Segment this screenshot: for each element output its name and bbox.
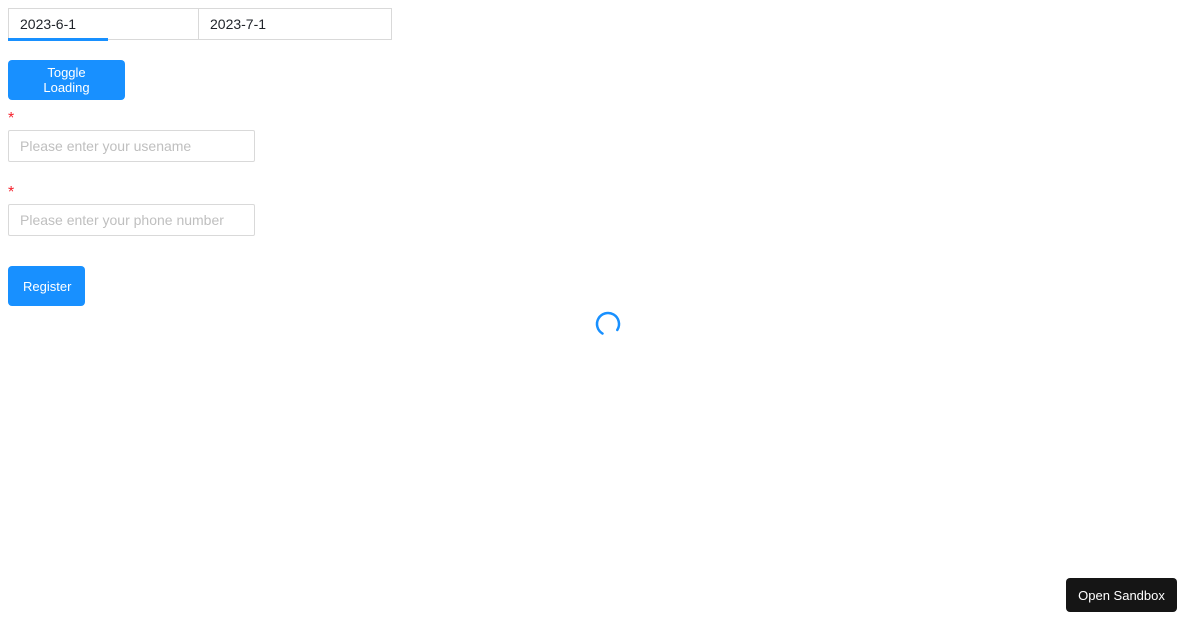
- active-date-indicator: [8, 38, 108, 41]
- username-required-mark: *: [8, 110, 15, 127]
- end-date-input[interactable]: [199, 8, 392, 40]
- page: Toggle Loading * * Register Open Sandbox: [0, 0, 1200, 630]
- username-input[interactable]: [8, 130, 255, 162]
- loading-spinner-icon: [595, 311, 621, 337]
- register-button[interactable]: Register: [8, 266, 85, 306]
- open-sandbox-button[interactable]: Open Sandbox: [1066, 578, 1177, 612]
- date-range-picker: [8, 8, 392, 40]
- start-date-input[interactable]: [8, 8, 199, 40]
- toggle-loading-button[interactable]: Toggle Loading: [8, 60, 125, 100]
- phone-required-mark: *: [8, 184, 15, 201]
- phone-input[interactable]: [8, 204, 255, 236]
